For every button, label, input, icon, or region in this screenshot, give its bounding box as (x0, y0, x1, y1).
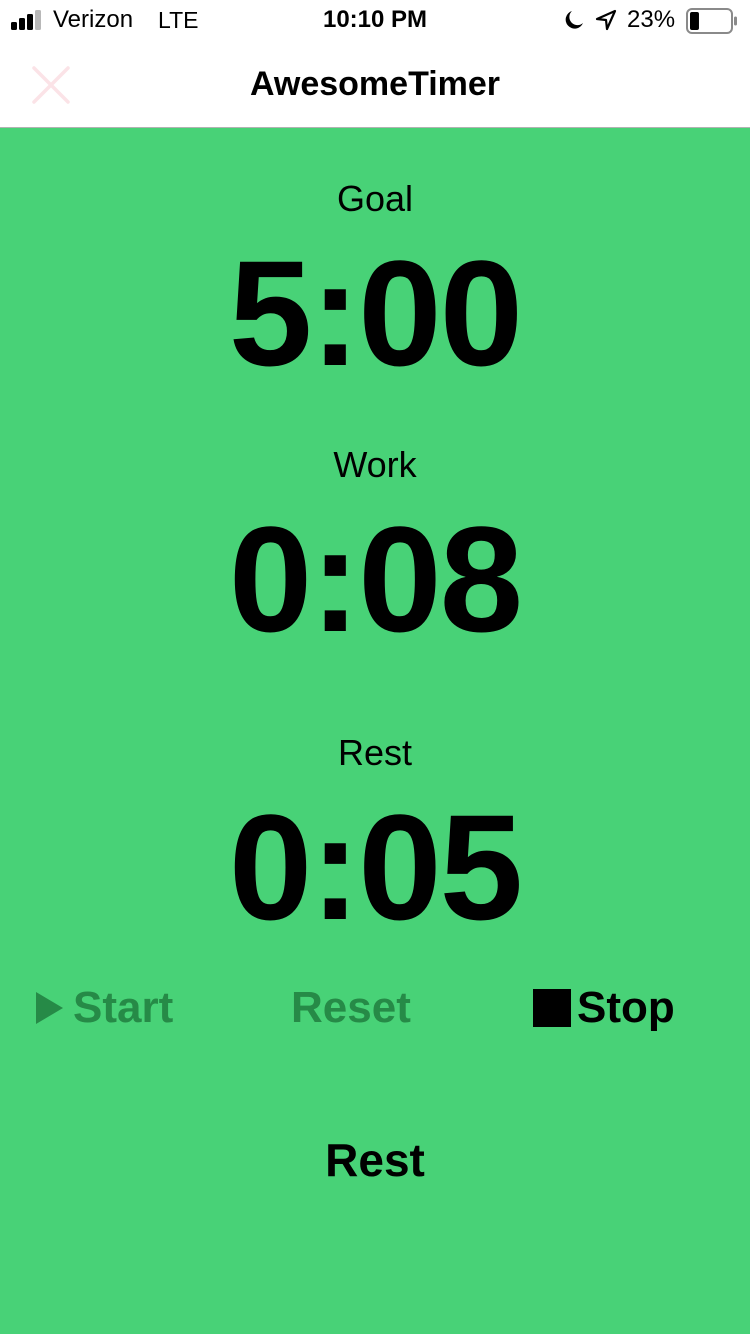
battery-percentage: 23% (627, 6, 676, 33)
work-label: Work (333, 444, 417, 485)
stop-button[interactable]: Stop (533, 980, 675, 1036)
reset-button[interactable]: Reset (291, 980, 411, 1036)
battery-icon (686, 8, 737, 34)
location-icon (595, 9, 617, 31)
reset-label: Reset (291, 983, 411, 1032)
timer-controls: Start Reset Stop (0, 980, 750, 1036)
moon-icon (565, 11, 583, 29)
stop-label: Stop (577, 983, 675, 1032)
work-time: 0:08 (228, 495, 523, 663)
play-icon (36, 992, 63, 1024)
status-bar: Verizon LTE 10:10 PM 23% (0, 0, 750, 40)
rest-time: 0:05 (228, 783, 523, 951)
stop-icon (533, 989, 571, 1027)
goal-label: Goal (336, 178, 414, 219)
start-button[interactable]: Start (36, 980, 173, 1036)
rest-label: Rest (337, 732, 413, 773)
page-title: AwesomeTimer (249, 65, 501, 103)
navigation-bar: AwesomeTimer (0, 40, 750, 128)
start-label: Start (73, 983, 174, 1032)
current-phase: Rest (325, 1134, 425, 1186)
timer-screen: Goal 5:00 Work 0:08 Rest 0:05 Start Rese… (0, 128, 750, 1334)
goal-time: 5:00 (228, 229, 523, 397)
